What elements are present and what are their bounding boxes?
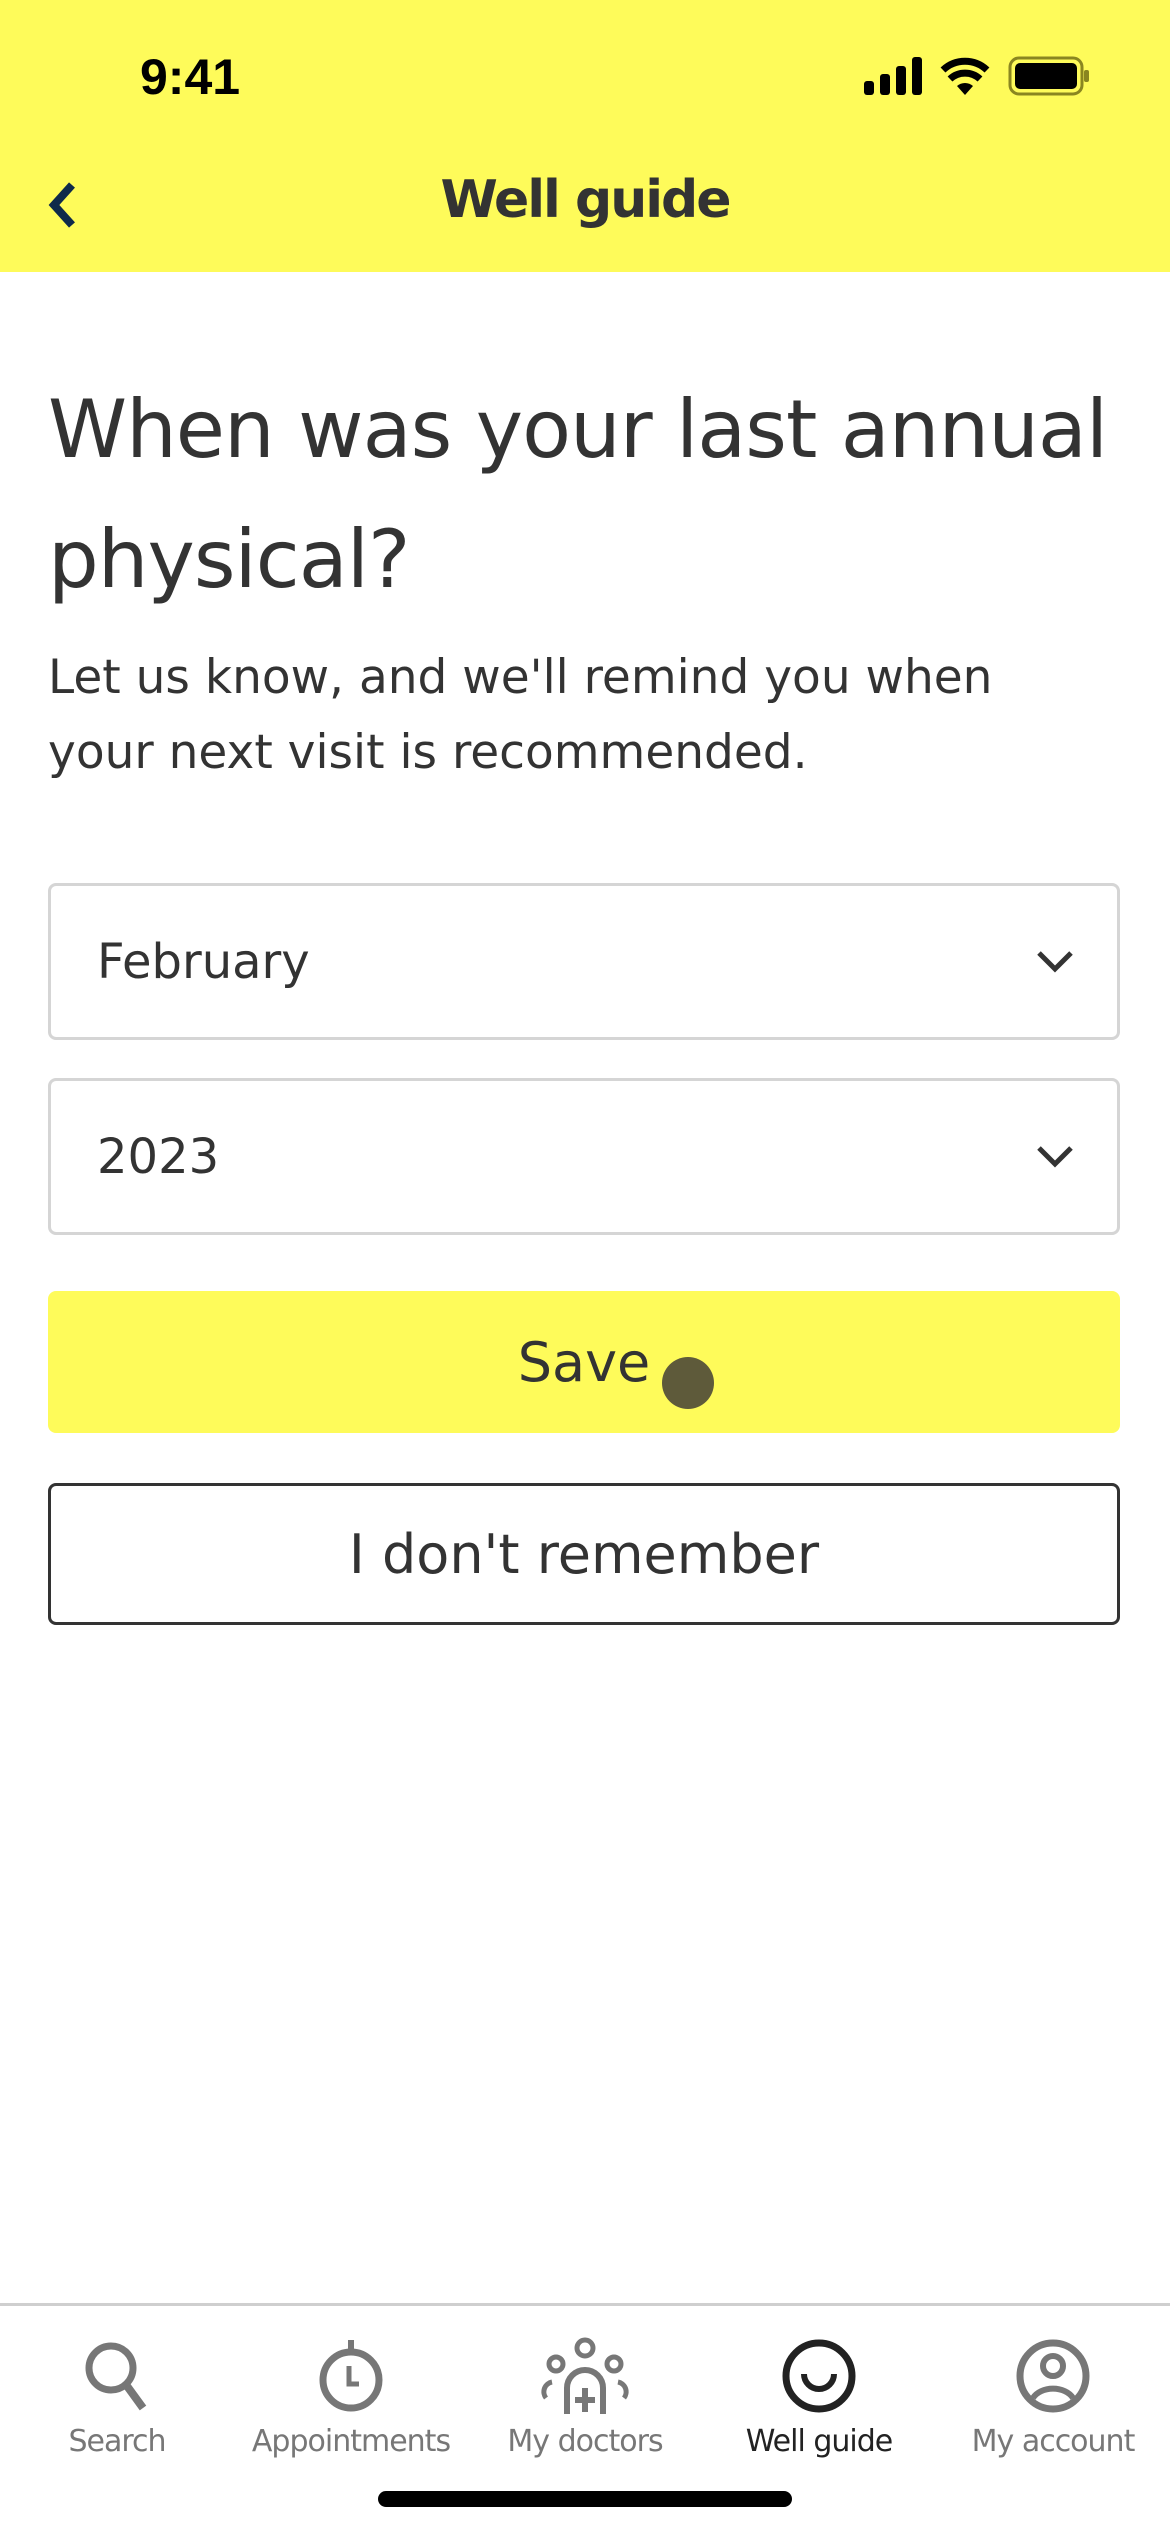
wifi-icon <box>940 57 990 95</box>
smile-icon <box>782 2339 856 2413</box>
tab-well-guide[interactable]: Well guide <box>702 2336 936 2459</box>
account-icon <box>1016 2339 1090 2413</box>
question-heading: When was your last annual physical? <box>48 383 1108 606</box>
tab-label: Search <box>68 2424 166 2459</box>
dont-remember-button[interactable]: I don't remember <box>48 1483 1120 1625</box>
tab-search[interactable]: Search <box>0 2336 234 2459</box>
chevron-down-icon <box>1037 950 1073 973</box>
doctors-icon <box>541 2337 629 2414</box>
battery-icon <box>1008 56 1089 96</box>
search-icon <box>85 2342 147 2411</box>
home-indicator[interactable] <box>378 2491 792 2507</box>
tab-label: Appointments <box>251 2424 451 2459</box>
status-time: 9:41 <box>140 49 241 105</box>
status-icons <box>864 56 1090 96</box>
touch-indicator <box>662 1357 714 1409</box>
header: 9:41 Well guide <box>0 0 1170 272</box>
chevron-down-icon <box>1037 1145 1073 1168</box>
tab-appointments[interactable]: Appointments <box>234 2336 468 2459</box>
month-select[interactable]: February <box>48 883 1120 1040</box>
month-value: February <box>97 933 310 990</box>
signal-icon <box>864 57 922 95</box>
question-subtitle: Let us know, and we'll remind you when y… <box>48 650 993 780</box>
page-title: Well guide <box>440 170 731 230</box>
year-select[interactable]: 2023 <box>48 1078 1120 1235</box>
stopwatch-icon <box>319 2340 383 2412</box>
tab-label: My doctors <box>507 2424 663 2459</box>
tab-my-account[interactable]: My account <box>936 2336 1170 2459</box>
save-button[interactable]: Save <box>48 1291 1120 1433</box>
year-value: 2023 <box>97 1128 220 1185</box>
tab-my-doctors[interactable]: My doctors <box>468 2336 702 2459</box>
tab-label: My account <box>971 2424 1136 2459</box>
tab-label: Well guide <box>745 2424 893 2459</box>
